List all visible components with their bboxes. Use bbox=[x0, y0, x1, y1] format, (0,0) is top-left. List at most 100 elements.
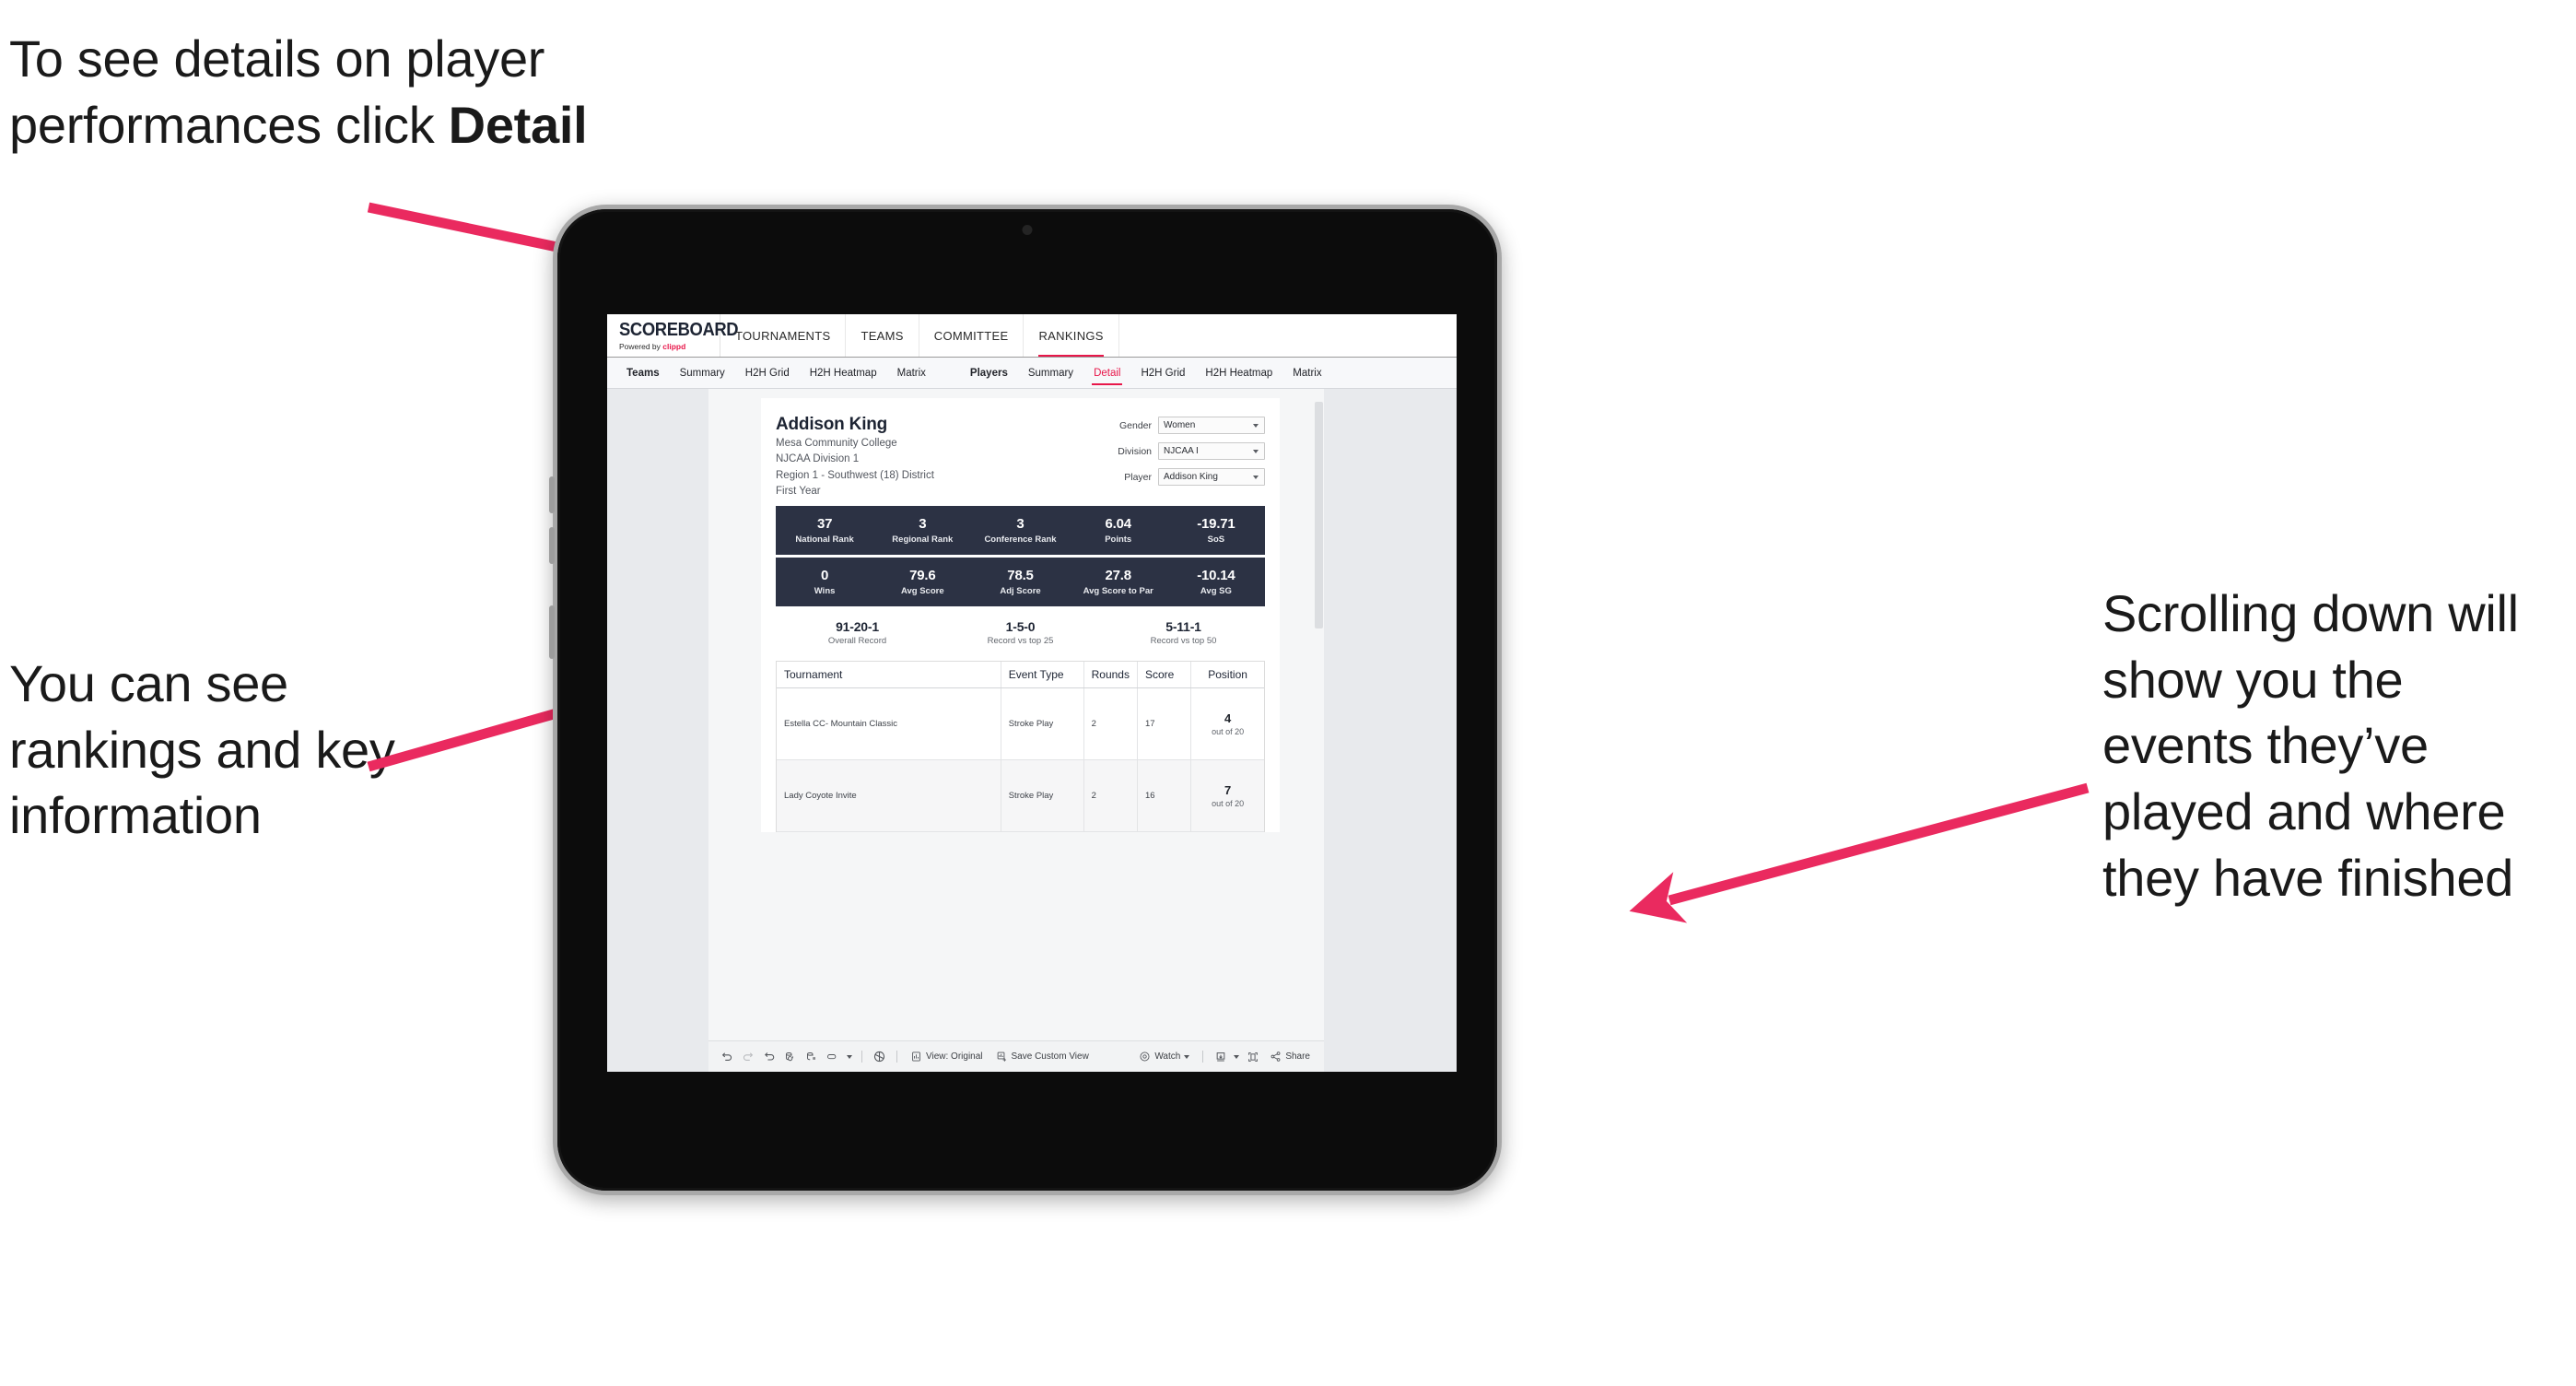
stat-value: 3 bbox=[919, 516, 927, 533]
cell-score: 16 bbox=[1137, 759, 1192, 833]
record-value: 1-5-0 bbox=[1005, 619, 1036, 635]
power-button[interactable] bbox=[549, 605, 555, 659]
vertical-scrollbar-thumb[interactable] bbox=[1315, 402, 1323, 628]
pause-updates-icon[interactable] bbox=[822, 1047, 843, 1067]
cell-position: 4 out of 20 bbox=[1190, 687, 1264, 761]
toolbar-divider bbox=[1202, 1051, 1204, 1063]
stat-avg-sg: -10.14 Avg SG bbox=[1167, 558, 1265, 606]
player-school: Mesa Community College bbox=[776, 438, 897, 449]
undo-icon[interactable] bbox=[716, 1047, 737, 1067]
camera-icon bbox=[1022, 225, 1033, 235]
annotation-mid-left: You can see rankings and key information bbox=[9, 654, 395, 845]
record-value: 91-20-1 bbox=[836, 619, 879, 635]
cell-position: 7 out of 20 bbox=[1190, 759, 1264, 833]
view-original-button[interactable]: View: Original bbox=[904, 1051, 989, 1063]
tab-players-h2h-grid[interactable]: H2H Grid bbox=[1130, 358, 1195, 388]
volume-down-button[interactable] bbox=[549, 527, 555, 564]
stat-label: SoS bbox=[1207, 534, 1225, 546]
brand-logo[interactable]: SCOREBOARD Powered by clippd bbox=[607, 314, 739, 357]
tab-teams-h2h-grid[interactable]: H2H Grid bbox=[735, 358, 800, 388]
cell-tournament: Lady Coyote Invite bbox=[777, 759, 1001, 833]
refresh-data-icon[interactable] bbox=[779, 1047, 801, 1067]
tablet-device: SCOREBOARD Powered by clippd TOURNAMENTS… bbox=[549, 205, 1502, 1195]
stat-value: 3 bbox=[1016, 516, 1025, 533]
tab-players-h2h-heatmap[interactable]: H2H Heatmap bbox=[1195, 358, 1282, 388]
toolbar-divider bbox=[861, 1051, 862, 1063]
show-hide-cards-icon[interactable] bbox=[869, 1047, 890, 1067]
player-region: Region 1 - Southwest (18) District bbox=[776, 469, 934, 481]
cell-tournament: Estella CC- Mountain Classic bbox=[777, 687, 1001, 761]
workspace: Addison King Mesa Community College NJCA… bbox=[607, 389, 1457, 1072]
pause-data-icon[interactable] bbox=[801, 1047, 822, 1067]
cell-rounds: 2 bbox=[1083, 759, 1138, 833]
cell-event-type: Stroke Play bbox=[1001, 759, 1084, 833]
share-button[interactable]: Share bbox=[1263, 1051, 1317, 1063]
filter-label-gender: Gender bbox=[1118, 419, 1152, 431]
gender-select[interactable]: Women bbox=[1158, 417, 1265, 434]
cell-rounds: 2 bbox=[1083, 687, 1138, 761]
app-header: SCOREBOARD Powered by clippd TOURNAMENTS… bbox=[607, 314, 1457, 358]
column-header-event-type[interactable]: Event Type bbox=[1001, 662, 1084, 689]
fullscreen-icon[interactable] bbox=[1242, 1047, 1263, 1067]
position-number: 7 bbox=[1224, 783, 1232, 798]
watch-button[interactable]: Watch bbox=[1132, 1051, 1196, 1063]
topnav-rankings[interactable]: RANKINGS bbox=[1024, 314, 1119, 357]
column-header-rounds[interactable]: Rounds bbox=[1083, 662, 1138, 689]
tab-teams-matrix[interactable]: Matrix bbox=[887, 358, 936, 388]
stat-value: 6.04 bbox=[1105, 516, 1132, 533]
stat-value: -19.71 bbox=[1197, 516, 1235, 533]
tab-players-summary[interactable]: Summary bbox=[1018, 358, 1083, 388]
download-icon[interactable] bbox=[1210, 1047, 1231, 1067]
tab-teams-h2h-heatmap[interactable]: H2H Heatmap bbox=[800, 358, 887, 388]
filter-label-division: Division bbox=[1118, 445, 1152, 457]
position-outof: out of 20 bbox=[1212, 799, 1245, 809]
division-select-value: NJCAA I bbox=[1164, 446, 1199, 456]
tab-group-teams: Teams Summary H2H Grid H2H Heatmap Matri… bbox=[616, 358, 936, 388]
column-header-score[interactable]: Score bbox=[1137, 662, 1192, 689]
tournament-table-wrapper: Tournament Event Type Rounds Score Posit… bbox=[776, 661, 1265, 833]
tab-bar: Teams Summary H2H Grid H2H Heatmap Matri… bbox=[607, 358, 1457, 389]
topnav-committee[interactable]: COMMITTEE bbox=[919, 314, 1025, 357]
table-row[interactable]: Estella CC- Mountain Classic Stroke Play… bbox=[777, 687, 1264, 761]
table-row[interactable]: Lady Coyote Invite Stroke Play 2 16 7 ou… bbox=[777, 759, 1264, 833]
stat-value: 78.5 bbox=[1007, 568, 1034, 584]
chevron-down-icon bbox=[1253, 423, 1259, 428]
record-vs-top-50: 5-11-1 Record vs top 50 bbox=[1102, 619, 1265, 646]
stat-label: Avg Score to Par bbox=[1083, 586, 1153, 597]
topnav-tournaments[interactable]: TOURNAMENTS bbox=[720, 314, 847, 357]
annotation-right: Scrolling down will show you the events … bbox=[2102, 584, 2519, 907]
view-original-label: View: Original bbox=[926, 1051, 983, 1062]
record-value: 5-11-1 bbox=[1165, 619, 1201, 635]
download-dropdown-caret-icon[interactable] bbox=[1231, 1047, 1242, 1067]
share-label: Share bbox=[1285, 1051, 1310, 1062]
player-select[interactable]: Addison King bbox=[1158, 468, 1265, 486]
stat-label: Wins bbox=[814, 586, 836, 597]
pause-dropdown-caret-icon[interactable] bbox=[843, 1047, 855, 1067]
tab-players-detail[interactable]: Detail bbox=[1083, 358, 1130, 388]
revert-icon[interactable] bbox=[758, 1047, 779, 1067]
division-select[interactable]: NJCAA I bbox=[1158, 442, 1265, 460]
chevron-down-icon bbox=[1184, 1054, 1190, 1059]
volume-up-button[interactable] bbox=[549, 476, 555, 513]
cell-event-type: Stroke Play bbox=[1001, 687, 1084, 761]
tab-teams-summary[interactable]: Summary bbox=[670, 358, 735, 388]
column-header-tournament[interactable]: Tournament bbox=[777, 662, 1001, 689]
bottom-toolbar: View: Original Save Custom View Watch Sh… bbox=[708, 1040, 1324, 1072]
stat-sos: -19.71 SoS bbox=[1167, 506, 1265, 555]
save-custom-view-label: Save Custom View bbox=[1011, 1051, 1089, 1062]
vertical-scrollbar-track[interactable] bbox=[1314, 389, 1324, 1009]
stat-avg-score-to-par: 27.8 Avg Score to Par bbox=[1070, 558, 1167, 606]
stat-avg-score: 79.6 Avg Score bbox=[873, 558, 971, 606]
column-header-position[interactable]: Position bbox=[1190, 662, 1264, 689]
cell-score: 17 bbox=[1137, 687, 1192, 761]
stat-label: Adj Score bbox=[1000, 586, 1041, 597]
redo-icon[interactable] bbox=[737, 1047, 758, 1067]
stat-value: 27.8 bbox=[1105, 568, 1132, 584]
topnav-teams[interactable]: TEAMS bbox=[846, 314, 919, 357]
chevron-down-icon bbox=[1253, 475, 1259, 479]
tab-players-matrix[interactable]: Matrix bbox=[1282, 358, 1331, 388]
player-name: Addison King bbox=[776, 415, 888, 434]
save-custom-view-button[interactable]: Save Custom View bbox=[989, 1051, 1095, 1063]
chevron-down-icon bbox=[1253, 449, 1259, 453]
arrow-to-events-table bbox=[1629, 782, 2090, 923]
